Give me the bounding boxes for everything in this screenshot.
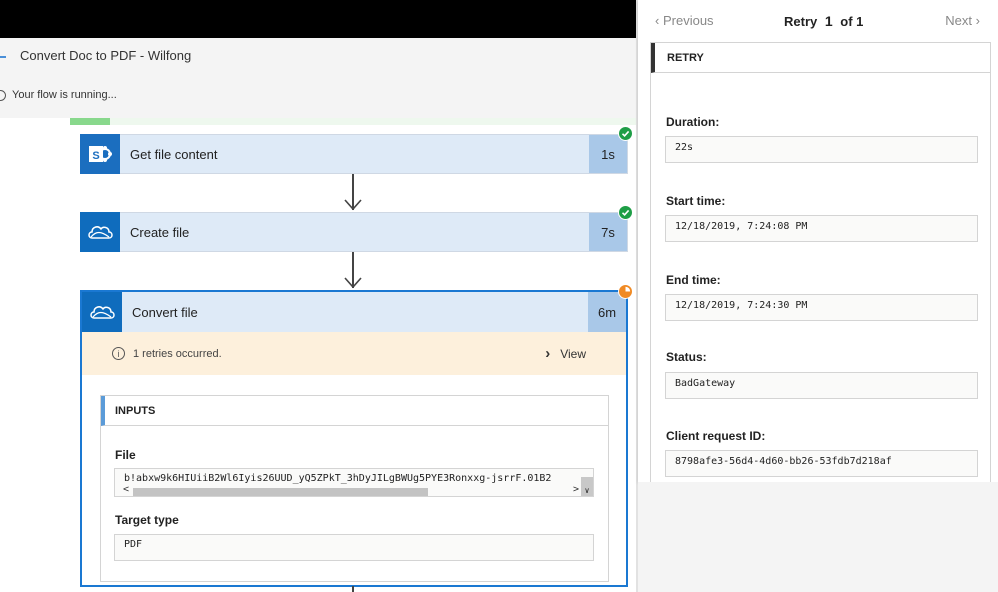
file-label: File	[115, 448, 136, 462]
view-label: View	[560, 346, 586, 361]
step-title: Create file	[130, 224, 190, 240]
step-duration: 1s	[589, 135, 627, 173]
onedrive-icon	[82, 292, 122, 332]
step-card-create-file[interactable]: Create file 7s	[80, 211, 628, 252]
retry-notice: i 1 retries occurred. › View	[82, 332, 626, 375]
sharepoint-icon: S	[80, 133, 120, 174]
counter-current: 1	[824, 13, 833, 29]
flow-header: Convert Doc to PDF - Wilfong Your flow i…	[0, 38, 640, 118]
status-label: Status:	[666, 350, 707, 364]
run-progress-fill	[70, 118, 110, 125]
retry-section: RETRY Duration: 22s Start time: 12/18/20…	[650, 42, 991, 482]
next-label: Next	[945, 13, 973, 28]
scroll-left-icon[interactable]: <	[123, 484, 129, 495]
back-accent[interactable]	[0, 56, 6, 58]
chevron-right-icon: ›	[975, 13, 980, 28]
client-request-id-label: Client request ID:	[666, 429, 766, 443]
chevron-left-icon: ‹	[655, 13, 660, 28]
step-card-get-file-content[interactable]: S Get file content 1s	[80, 133, 628, 174]
step-title: Convert file	[132, 304, 198, 320]
step-title: Get file content	[130, 146, 218, 162]
scroll-right-icon[interactable]: >	[573, 484, 579, 495]
flow-status: Your flow is running...	[0, 89, 117, 101]
success-check-icon	[618, 126, 633, 141]
flow-title: Convert Doc to PDF - Wilfong	[20, 48, 192, 63]
clock-icon	[0, 89, 6, 101]
info-icon: i	[112, 347, 125, 360]
start-time-value: 12/18/2019, 7:24:08 PM	[675, 221, 808, 232]
start-time-field[interactable]: 12/18/2019, 7:24:08 PM	[665, 215, 978, 242]
inputs-heading: INPUTS	[101, 396, 608, 426]
connector-line	[352, 586, 354, 592]
status-field[interactable]: BadGateway	[665, 372, 978, 399]
top-black-bar	[0, 0, 640, 38]
file-value: b!abxw9k6HIUiiB2Wl6Iyis26UUD_yQ5ZPkT_3hD…	[124, 473, 552, 484]
target-type-label: Target type	[115, 513, 179, 527]
connector-arrow	[343, 174, 363, 212]
running-clock-icon	[618, 284, 633, 299]
horizontal-scrollbar[interactable]: < > ∨	[115, 477, 593, 496]
end-time-field[interactable]: 12/18/2019, 7:24:30 PM	[665, 294, 978, 321]
inputs-section: INPUTS File b!abxw9k6HIUiiB2Wl6Iyis26UUD…	[100, 395, 609, 582]
target-type-value: PDF	[124, 539, 143, 550]
connector-arrow	[343, 252, 363, 292]
step-duration: 6m	[588, 292, 626, 332]
retry-message: 1 retries occurred.	[133, 347, 222, 360]
svg-text:S: S	[92, 150, 99, 162]
retry-heading: RETRY	[651, 43, 990, 73]
counter-suffix: of 1	[840, 14, 864, 29]
start-time-label: Start time:	[666, 194, 726, 208]
scrollbar-thumb[interactable]	[133, 488, 428, 496]
retry-counter: Retry 1 of 1	[784, 13, 863, 29]
previous-button[interactable]: ‹ Previous	[655, 13, 714, 28]
duration-value: 22s	[675, 142, 694, 153]
flow-status-text: Your flow is running...	[12, 89, 117, 101]
onedrive-icon	[80, 211, 120, 252]
client-request-id-value: 8798afe3-56d4-4d60-bb26-53fdb7d218af	[675, 456, 892, 467]
scroll-down-icon[interactable]: ∨	[581, 477, 593, 496]
view-retries-button[interactable]: › View	[545, 345, 586, 362]
duration-field[interactable]: 22s	[665, 136, 978, 163]
status-value: BadGateway	[675, 378, 736, 389]
success-check-icon	[618, 205, 633, 220]
client-request-id-field[interactable]: 8798afe3-56d4-4d60-bb26-53fdb7d218af	[665, 450, 978, 477]
next-button[interactable]: Next ›	[945, 13, 980, 28]
counter-prefix: Retry	[784, 14, 818, 29]
retry-navigation: ‹ Previous Retry 1 of 1 Next ›	[638, 0, 998, 42]
step-header[interactable]: Convert file 6m	[82, 292, 626, 332]
duration-label: Duration:	[666, 115, 720, 129]
end-time-value: 12/18/2019, 7:24:30 PM	[675, 300, 808, 311]
retry-details-panel: ‹ Previous Retry 1 of 1 Next › RETRY Dur…	[638, 0, 998, 482]
end-time-label: End time:	[666, 273, 721, 287]
previous-label: Previous	[662, 13, 714, 28]
step-card-convert-file[interactable]: Convert file 6m i 1 retries occurred. › …	[80, 290, 628, 587]
target-type-field[interactable]: PDF	[114, 534, 594, 561]
chevron-right-icon: ›	[545, 345, 551, 362]
panel-background	[638, 482, 998, 592]
file-value-field[interactable]: b!abxw9k6HIUiiB2Wl6Iyis26UUD_yQ5ZPkT_3hD…	[114, 468, 594, 497]
run-progress-bar	[70, 118, 640, 125]
